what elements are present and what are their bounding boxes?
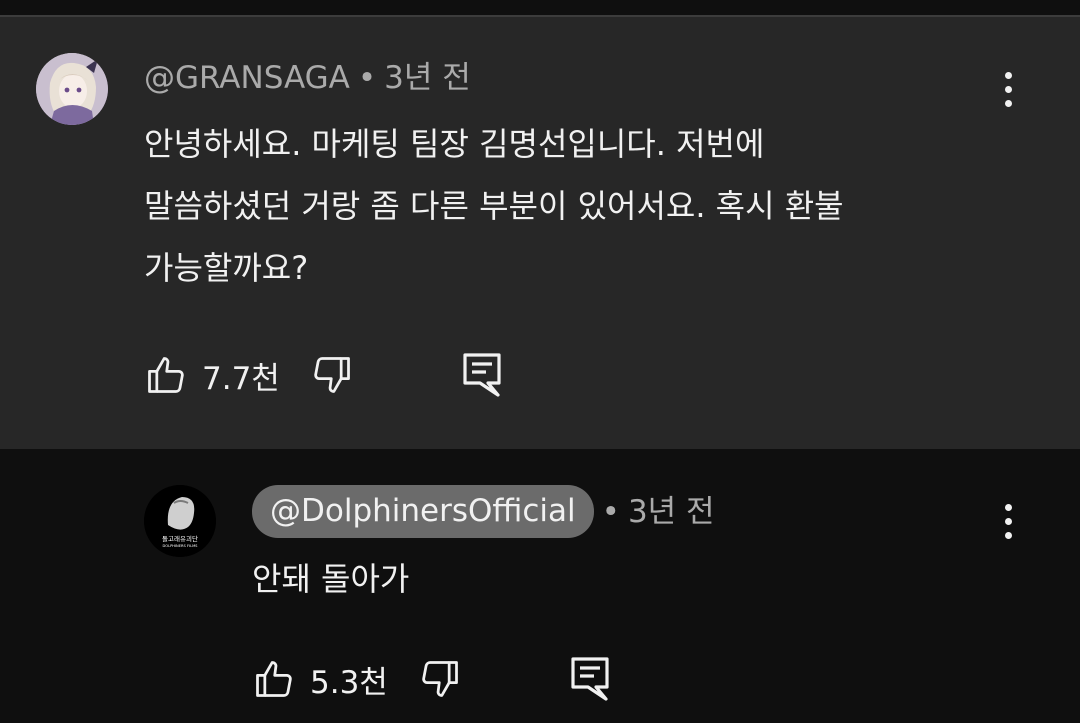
avatar[interactable]: 돌고래유괴단 DOLPHINERS FILMS bbox=[144, 485, 216, 557]
reply-actions: 5.3천 bbox=[252, 656, 610, 702]
top-bar bbox=[0, 0, 1080, 15]
comment-timestamp[interactable]: 3년 전 bbox=[384, 60, 471, 96]
more-options-button[interactable] bbox=[1002, 72, 1014, 107]
more-dot bbox=[1004, 518, 1012, 525]
more-dot bbox=[1004, 86, 1012, 93]
thumbs-down-icon[interactable] bbox=[310, 353, 354, 397]
separator-dot: • bbox=[601, 493, 620, 530]
comment-reply-icon[interactable] bbox=[462, 352, 502, 398]
more-options-button[interactable] bbox=[1002, 504, 1014, 539]
more-vertical-icon bbox=[1004, 504, 1012, 511]
avatar-sublabel: DOLPHINERS FILMS bbox=[163, 544, 199, 548]
comment-body: 안녕하세요. 마케팅 팀장 김명선입니다. 저번에 말씀하셨던 거랑 좀 다른 … bbox=[144, 113, 1004, 299]
comment-line: 말씀하셨던 거랑 좀 다른 부분이 있어서요. 혹시 환불 bbox=[144, 187, 844, 225]
comment-author-handle[interactable]: @GRANSAGA bbox=[144, 60, 350, 96]
reply-body: 안돼 돌아가 bbox=[252, 560, 410, 598]
like-count: 5.3천 bbox=[310, 664, 388, 701]
thumbs-up-icon[interactable] bbox=[252, 657, 296, 701]
thumbs-up-icon[interactable] bbox=[144, 353, 188, 397]
avatar[interactable] bbox=[36, 53, 108, 125]
thumbs-down-icon[interactable] bbox=[418, 657, 462, 701]
dolphin-logo-icon: 돌고래유괴단 DOLPHINERS FILMS bbox=[144, 485, 216, 557]
avatar-anime-icon bbox=[36, 53, 108, 125]
separator-dot: • bbox=[357, 60, 377, 96]
like-count: 7.7천 bbox=[202, 360, 280, 397]
comment-meta: @GRANSAGA • 3년 전 bbox=[144, 58, 471, 98]
comment-reply-icon[interactable] bbox=[570, 656, 610, 702]
reply-meta: @DolphinersOfficial • 3년 전 bbox=[252, 485, 715, 538]
more-dot bbox=[1004, 100, 1012, 107]
comment-line: 안녕하세요. 마케팅 팀장 김명선입니다. 저번에 bbox=[144, 125, 765, 163]
avatar-label: 돌고래유괴단 bbox=[162, 534, 198, 543]
reply-timestamp[interactable]: 3년 전 bbox=[628, 492, 715, 532]
comment-actions: 7.7천 bbox=[144, 352, 502, 398]
more-vertical-icon bbox=[1004, 72, 1012, 79]
comment-line: 가능할까요? bbox=[144, 249, 309, 287]
more-dot bbox=[1004, 532, 1012, 539]
reply-author-handle[interactable]: @DolphinersOfficial bbox=[252, 485, 594, 538]
